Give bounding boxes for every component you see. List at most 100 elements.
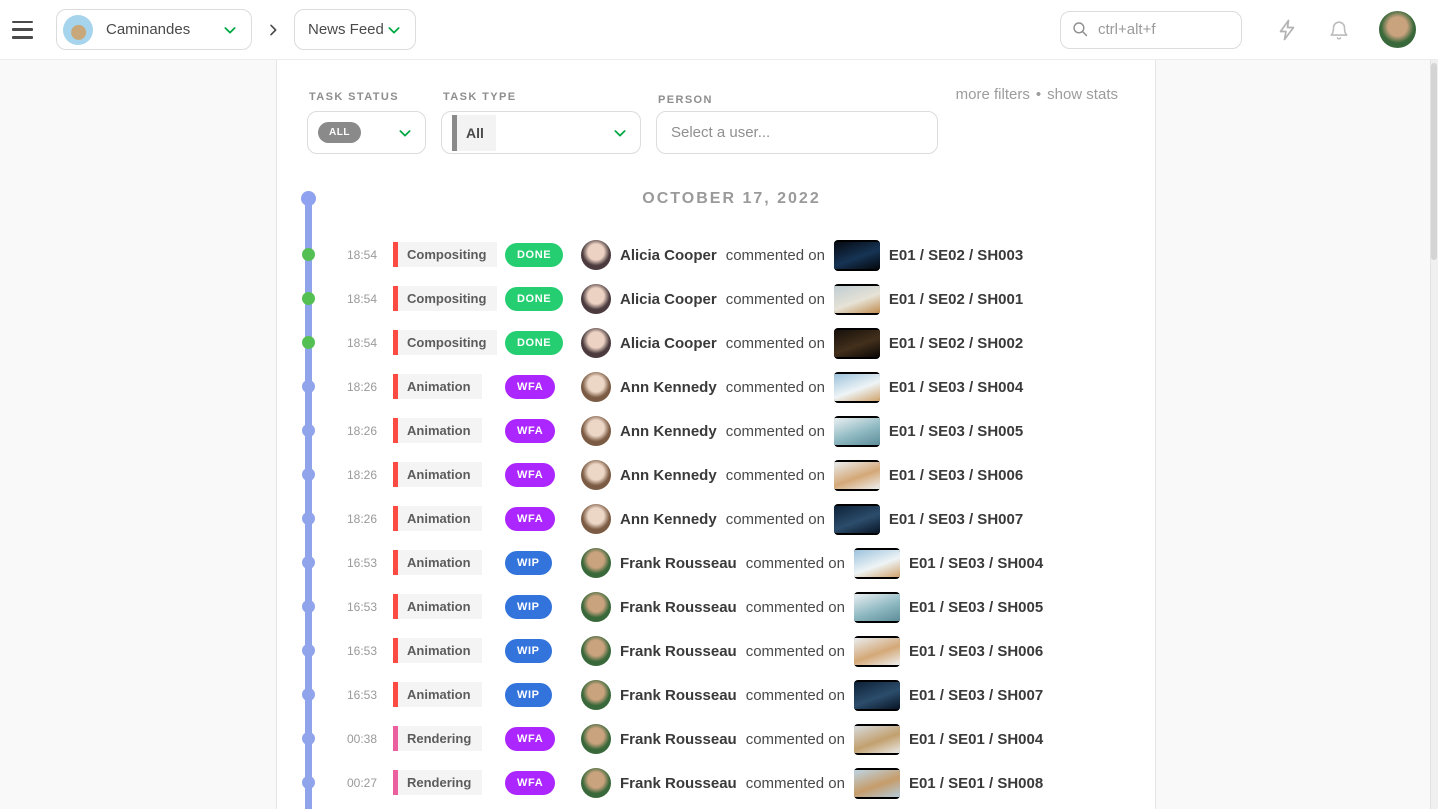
person-avatar — [581, 284, 611, 314]
feed-row: 18:26 Animation WFA Ann Kennedy commente… — [329, 409, 1134, 453]
shot-thumbnail-img — [834, 242, 880, 269]
shot-link[interactable]: E01 / SE03 / SH007 — [889, 511, 1023, 528]
entry-content: Ann Kennedy commented on E01 / SE03 / SH… — [581, 365, 1023, 409]
shot-link[interactable]: E01 / SE02 / SH003 — [889, 247, 1023, 264]
shot-link[interactable]: E01 / SE03 / SH007 — [909, 687, 1043, 704]
person-name: Frank Rousseau — [620, 731, 737, 748]
timeline-dot — [302, 512, 315, 525]
shot-thumbnail[interactable] — [854, 680, 900, 711]
shot-thumbnail-img — [834, 462, 880, 489]
shot-link[interactable]: E01 / SE03 / SH005 — [889, 423, 1023, 440]
person-filter-input[interactable] — [659, 112, 935, 153]
task-type-filter[interactable]: All — [441, 111, 641, 154]
entry-time: 18:54 — [329, 321, 377, 365]
shot-thumbnail[interactable] — [834, 240, 880, 271]
shot-link[interactable]: E01 / SE02 / SH001 — [889, 291, 1023, 308]
shot-thumbnail[interactable] — [854, 768, 900, 799]
shot-link[interactable]: E01 / SE03 / SH004 — [909, 555, 1043, 572]
timesheet-flash-icon[interactable] — [1275, 18, 1299, 42]
show-stats-link[interactable]: show stats — [1047, 86, 1118, 103]
task-type-pill: Compositing — [393, 330, 497, 355]
status-badge: WFA — [505, 463, 555, 487]
person-name: Alicia Cooper — [620, 291, 717, 308]
shot-thumbnail-img — [834, 330, 880, 357]
shot-thumbnail-img — [854, 638, 900, 665]
status-badge: DONE — [505, 331, 563, 355]
shot-thumbnail[interactable] — [834, 328, 880, 359]
task-type-pill: Rendering — [393, 726, 482, 751]
shot-link[interactable]: E01 / SE03 / SH004 — [889, 379, 1023, 396]
person-name: Frank Rousseau — [620, 687, 737, 704]
task-type-pill: Animation — [393, 506, 482, 531]
breadcrumb-chevron-right-icon — [265, 22, 281, 38]
shot-thumbnail-img — [834, 374, 880, 401]
task-type-label: Compositing — [398, 330, 497, 355]
entry-time: 18:26 — [329, 409, 377, 453]
shot-thumbnail[interactable] — [854, 724, 900, 755]
shot-thumbnail[interactable] — [854, 548, 900, 579]
feed-list: 18:54 Compositing DONE Alicia Cooper com… — [329, 233, 1134, 805]
production-select[interactable]: Caminandes — [56, 9, 252, 50]
person-avatar — [581, 328, 611, 358]
person-name: Ann Kennedy — [620, 379, 717, 396]
status-badge: DONE — [505, 243, 563, 267]
user-avatar[interactable] — [1379, 11, 1416, 48]
action-text: commented on — [746, 599, 845, 616]
task-type-pill: Rendering — [393, 770, 482, 795]
entry-content: Frank Rousseau commented on E01 / SE01 /… — [581, 717, 1043, 761]
person-avatar — [581, 240, 611, 270]
shot-thumbnail[interactable] — [854, 636, 900, 667]
shot-link[interactable]: E01 / SE03 / SH006 — [909, 643, 1043, 660]
shot-thumbnail[interactable] — [834, 372, 880, 403]
search-icon — [1071, 20, 1090, 39]
task-type-pill: Animation — [393, 462, 482, 487]
feed-row: 18:26 Animation WFA Ann Kennedy commente… — [329, 497, 1134, 541]
entry-content: Frank Rousseau commented on E01 / SE01 /… — [581, 761, 1043, 805]
action-text: commented on — [726, 335, 825, 352]
person-name: Alicia Cooper — [620, 335, 717, 352]
shot-thumbnail[interactable] — [834, 416, 880, 447]
person-name: Frank Rousseau — [620, 599, 737, 616]
shot-thumbnail[interactable] — [854, 592, 900, 623]
person-name: Frank Rousseau — [620, 775, 737, 792]
global-search[interactable] — [1060, 11, 1242, 49]
notifications-bell-icon[interactable] — [1328, 18, 1350, 42]
feed-row: 18:26 Animation WFA Ann Kennedy commente… — [329, 453, 1134, 497]
shot-link[interactable]: E01 / SE03 / SH006 — [889, 467, 1023, 484]
more-filters-link[interactable]: more filters — [956, 86, 1030, 103]
task-type-pill: Compositing — [393, 286, 497, 311]
shot-thumbnail-img — [854, 594, 900, 621]
person-avatar — [581, 636, 611, 666]
shot-thumbnail[interactable] — [834, 284, 880, 315]
person-avatar — [581, 416, 611, 446]
person-avatar — [581, 548, 611, 578]
shot-thumbnail-img — [834, 506, 880, 533]
feed-row: 18:26 Animation WFA Ann Kennedy commente… — [329, 365, 1134, 409]
chevron-down-icon — [397, 125, 413, 141]
shot-thumbnail[interactable] — [834, 504, 880, 535]
shot-link[interactable]: E01 / SE03 / SH005 — [909, 599, 1043, 616]
task-type-label: Animation — [398, 462, 482, 487]
scrollbar-thumb[interactable] — [1431, 63, 1437, 260]
shot-thumbnail-img — [854, 770, 900, 797]
shot-link[interactable]: E01 / SE01 / SH004 — [909, 731, 1043, 748]
action-text: commented on — [726, 291, 825, 308]
shot-link[interactable]: E01 / SE02 / SH002 — [889, 335, 1023, 352]
page-select[interactable]: News Feed — [294, 9, 416, 50]
task-type-pill: Animation — [393, 638, 482, 663]
timeline-line — [305, 199, 312, 809]
search-input[interactable] — [1098, 21, 1218, 38]
chevron-down-icon — [386, 22, 402, 38]
status-badge: DONE — [505, 287, 563, 311]
feed-row: 18:54 Compositing DONE Alicia Cooper com… — [329, 321, 1134, 365]
menu-icon[interactable] — [12, 21, 36, 39]
entry-content: Ann Kennedy commented on E01 / SE03 / SH… — [581, 497, 1023, 541]
timeline-dot — [302, 732, 315, 745]
task-status-filter[interactable]: ALL — [307, 111, 426, 154]
shot-thumbnail[interactable] — [834, 460, 880, 491]
task-type-label: Animation — [398, 374, 482, 399]
entry-content: Ann Kennedy commented on E01 / SE03 / SH… — [581, 453, 1023, 497]
shot-link[interactable]: E01 / SE01 / SH008 — [909, 775, 1043, 792]
filters-links: more filters • show stats — [956, 86, 1118, 103]
entry-time: 16:53 — [329, 585, 377, 629]
